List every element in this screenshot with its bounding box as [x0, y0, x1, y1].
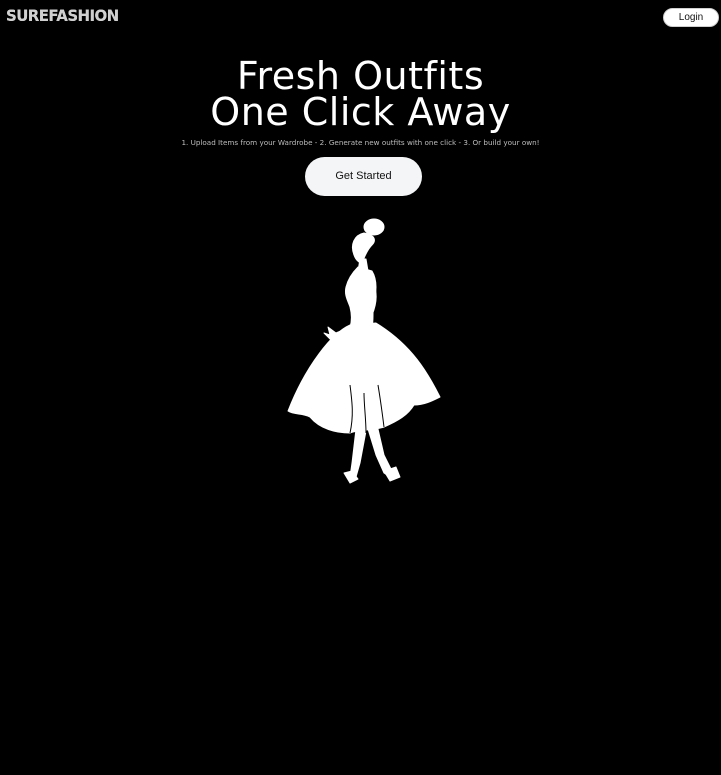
site-logo[interactable]: SUREFASHION — [6, 6, 119, 27]
hero-title: Fresh Outfits One Click Away — [0, 54, 721, 134]
hero-title-line-2: One Click Away — [210, 90, 511, 134]
woman-in-dress-silhouette-icon — [280, 215, 450, 490]
hero-title-line-1: Fresh Outfits — [236, 54, 485, 98]
hero-subtitle: 1. Upload Items from your Wardrobe - 2. … — [181, 138, 540, 147]
landing-page: SUREFASHION Login Fresh Outfits One Clic… — [0, 0, 721, 775]
logo-text: SUREFASHION — [6, 6, 119, 26]
get-started-button[interactable]: Get Started — [305, 157, 422, 196]
login-button[interactable]: Login — [663, 8, 719, 27]
